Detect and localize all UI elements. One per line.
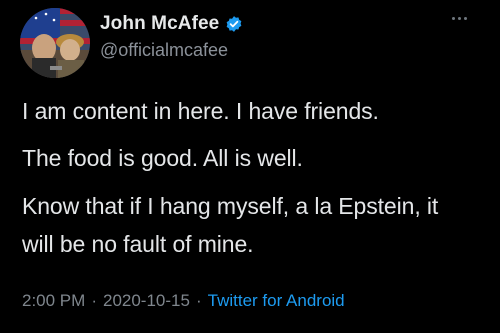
tweet-text-line: The food is good. All is well. (22, 145, 303, 171)
tweet-card: John McAfee @officialmcafee I am content… (0, 0, 500, 333)
meta-separator: · (195, 291, 202, 310)
display-name[interactable]: John McAfee (100, 13, 219, 35)
verified-badge-icon (225, 15, 243, 33)
tweet-text-line: I am content in here. I have friends. (22, 98, 379, 124)
author-name-row: John McAfee (100, 12, 243, 36)
tweet-date[interactable]: 2020-10-15 (103, 291, 190, 310)
meta-separator: · (91, 291, 97, 310)
more-dot (458, 16, 461, 20)
profile-photo-icon (20, 8, 90, 78)
more-dot (464, 16, 467, 20)
tweet-text-line: will be no fault of mine. (22, 231, 254, 257)
more-horizontal-icon[interactable] (452, 14, 470, 22)
avatar[interactable] (20, 8, 90, 78)
tweet-text-line: Know that if I hang myself, a la Epstein… (22, 193, 439, 219)
more-dot (452, 16, 455, 20)
tweet-meta: 2:00 PM · 2020-10-15 · Twitter for Android (22, 291, 345, 311)
author-handle[interactable]: @officialmcafee (100, 40, 228, 61)
tweet-source-link[interactable]: Twitter for Android (208, 291, 345, 310)
tweet-time[interactable]: 2:00 PM (22, 291, 85, 310)
